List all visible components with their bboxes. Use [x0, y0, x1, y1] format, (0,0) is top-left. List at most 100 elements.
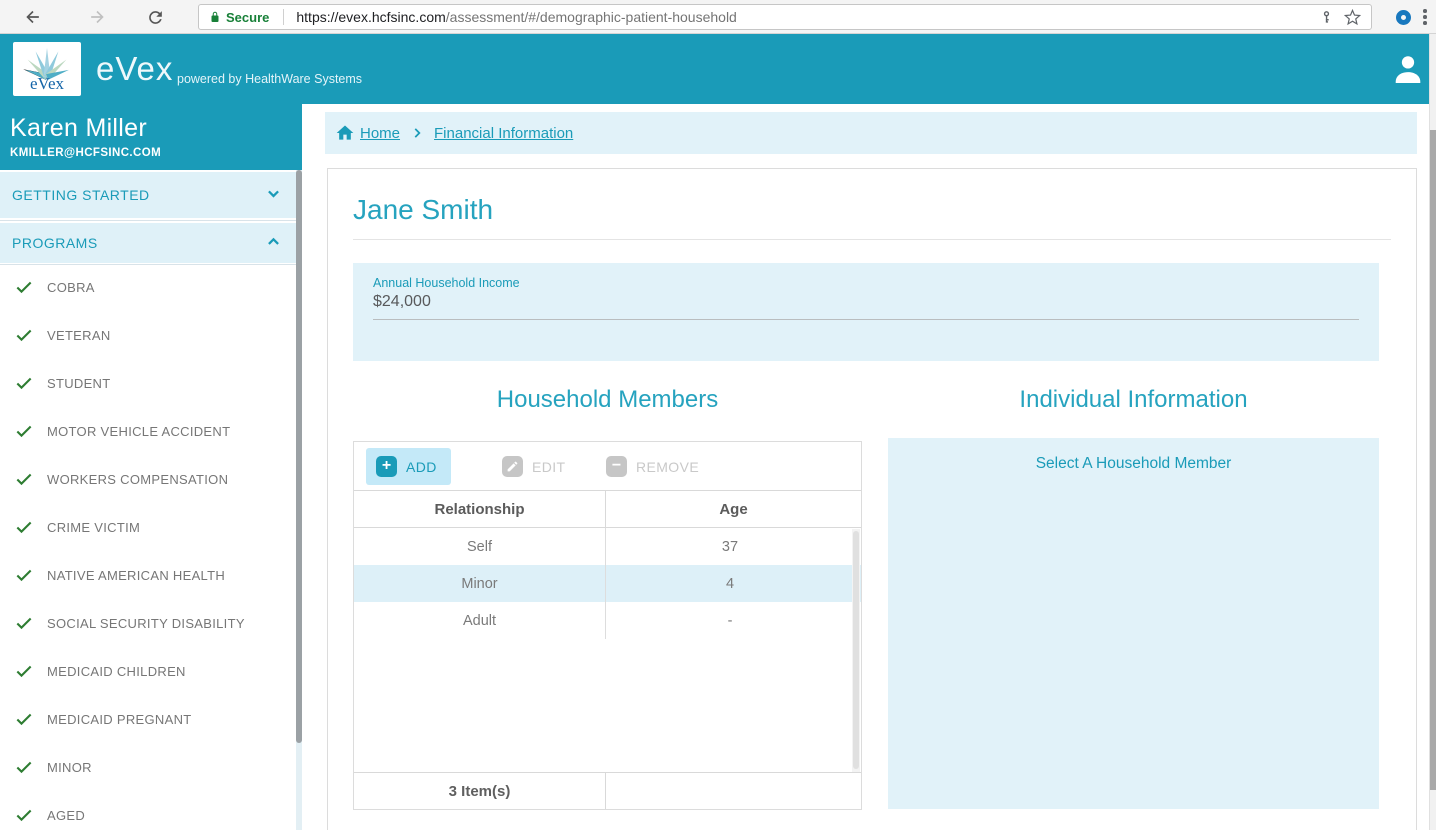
sidebar-item-student[interactable]: STUDENT [0, 368, 296, 398]
household-members-title: Household Members [353, 386, 862, 414]
chevron-down-icon [265, 185, 282, 205]
address-bar[interactable]: Secure https://evex.hcfsinc.com/assessme… [198, 4, 1372, 30]
sidebar-item-label: CRIME VICTIM [47, 520, 140, 535]
forward-icon[interactable] [84, 5, 110, 29]
evex-logo-flower: eVex [17, 45, 77, 93]
browser-menu-icon[interactable] [1419, 7, 1431, 27]
cell-age: - [606, 602, 854, 639]
table-row[interactable]: Adult - [354, 602, 861, 639]
evex-logo: eVex [13, 42, 81, 96]
edit-button[interactable]: EDIT [492, 448, 580, 485]
cell-relationship: Adult [354, 602, 606, 639]
individual-information-title: Individual Information [888, 386, 1379, 414]
sidebar-user-email: KMILLER@HCFSINC.COM [10, 147, 302, 159]
star-icon[interactable] [1344, 9, 1361, 26]
page-scrollbar[interactable] [1429, 34, 1436, 830]
sidebar-item-label: STUDENT [47, 376, 111, 391]
app-header: eVex eVex powered by HealthWare Systems [0, 34, 1430, 104]
sidebar-item-native-american-health[interactable]: NATIVE AMERICAN HEALTH [0, 560, 296, 590]
sidebar-item-label: COBRA [47, 280, 95, 295]
check-icon [14, 421, 34, 441]
check-icon [14, 757, 34, 777]
key-icon[interactable] [1319, 10, 1334, 25]
user-icon[interactable] [1390, 50, 1426, 88]
sidebar-section-programs[interactable]: PROGRAMS [0, 223, 296, 263]
add-button[interactable]: + ADD [366, 448, 451, 485]
sidebar-section-label: GETTING STARTED [12, 187, 150, 203]
sidebar-item-label: VETERAN [47, 328, 111, 343]
cell-relationship: Self [354, 528, 606, 565]
sidebar-item-label: SOCIAL SECURITY DISABILITY [47, 616, 245, 631]
sidebar-section-getting-started[interactable]: GETTING STARTED [0, 172, 296, 218]
url-path: /assessment/#/demographic-patient-househ… [446, 9, 737, 25]
sidebar-item-crime-victim[interactable]: CRIME VICTIM [0, 512, 296, 542]
title-divider [353, 239, 1391, 240]
page-scrollbar-thumb[interactable] [1430, 130, 1436, 790]
breadcrumb-link-current[interactable]: Financial Information [434, 125, 573, 142]
sidebar-item-veteran[interactable]: VETERAN [0, 320, 296, 350]
browser-toolbar: Secure https://evex.hcfsinc.com/assessme… [0, 0, 1436, 34]
sidebar-item-label: MINOR [47, 760, 92, 775]
evex-logo-text: eVex [30, 74, 64, 93]
breadcrumb-link-home[interactable]: Home [360, 125, 400, 142]
income-input[interactable]: $24,000 [373, 293, 1359, 320]
cell-relationship: Minor [354, 565, 606, 602]
page-title: Jane Smith [353, 194, 493, 226]
add-button-label: ADD [406, 459, 437, 475]
grid-footer-row: 3 Item(s) [354, 772, 861, 809]
check-icon [14, 805, 34, 825]
sidebar-item-social-security-disability[interactable]: SOCIAL SECURITY DISABILITY [0, 608, 296, 638]
grid-scrollbar-thumb[interactable] [853, 531, 859, 769]
check-icon [14, 709, 34, 729]
table-row[interactable]: Self 37 [354, 528, 861, 565]
sidebar-scrollbar-thumb[interactable] [296, 170, 302, 743]
secure-label: Secure [226, 10, 269, 25]
url-text: https://evex.hcfsinc.com/assessment/#/de… [296, 9, 736, 25]
sidebar-item-label: MOTOR VEHICLE ACCIDENT [47, 424, 230, 439]
income-panel: Annual Household Income $24,000 [353, 263, 1379, 361]
lock-icon [209, 10, 221, 24]
check-icon [14, 469, 34, 489]
check-icon [14, 277, 34, 297]
grid-header-row: Relationship Age [354, 490, 861, 528]
sidebar-scrollbar[interactable] [296, 170, 302, 830]
sidebar-item-medicaid-children[interactable]: MEDICAID CHILDREN [0, 656, 296, 686]
breadcrumb: Home Financial Information [325, 112, 1417, 154]
extension-icon[interactable] [1396, 10, 1411, 25]
refresh-icon[interactable] [142, 5, 168, 29]
column-header-relationship[interactable]: Relationship [354, 491, 606, 527]
check-icon [14, 517, 34, 537]
sidebar-item-cobra[interactable]: COBRA [0, 272, 296, 302]
remove-button[interactable]: − REMOVE [596, 448, 713, 485]
sidebar-item-label: WORKERS COMPENSATION [47, 472, 228, 487]
sidebar-section-label: PROGRAMS [12, 235, 98, 251]
table-row[interactable]: Minor 4 [354, 565, 861, 602]
chevron-up-icon [265, 233, 282, 253]
grid-scrollbar[interactable] [852, 529, 860, 772]
omnibox-divider [283, 9, 284, 25]
income-label: Annual Household Income [373, 276, 520, 290]
brand-tagline: powered by HealthWare Systems [177, 72, 362, 86]
secure-badge[interactable]: Secure [199, 10, 269, 25]
home-icon[interactable] [335, 123, 355, 143]
sidebar-item-medicaid-pregnant[interactable]: MEDICAID PREGNANT [0, 704, 296, 734]
individual-information-panel: Select A Household Member [888, 438, 1379, 809]
chevron-right-icon [410, 126, 424, 140]
sidebar-item-label: AGED [47, 808, 85, 823]
remove-button-label: REMOVE [636, 459, 699, 475]
sidebar-item-workers-compensation[interactable]: WORKERS COMPENSATION [0, 464, 296, 494]
check-icon [14, 565, 34, 585]
sidebar-item-aged[interactable]: AGED [0, 800, 296, 830]
column-header-age[interactable]: Age [606, 491, 861, 527]
cell-age: 37 [606, 528, 854, 565]
grid-toolbar: + ADD EDIT − REMOVE [354, 442, 861, 490]
sidebar-item-minor[interactable]: MINOR [0, 752, 296, 782]
remove-icon: − [606, 456, 627, 477]
sidebar-item-label: MEDICAID CHILDREN [47, 664, 186, 679]
sidebar-item-motor-vehicle-accident[interactable]: MOTOR VEHICLE ACCIDENT [0, 416, 296, 446]
sidebar-item-label: MEDICAID PREGNANT [47, 712, 192, 727]
sidebar-user-name: Karen Miller [10, 114, 302, 143]
item-count: 3 Item(s) [354, 773, 606, 809]
check-icon [14, 325, 34, 345]
back-icon[interactable] [20, 5, 46, 29]
